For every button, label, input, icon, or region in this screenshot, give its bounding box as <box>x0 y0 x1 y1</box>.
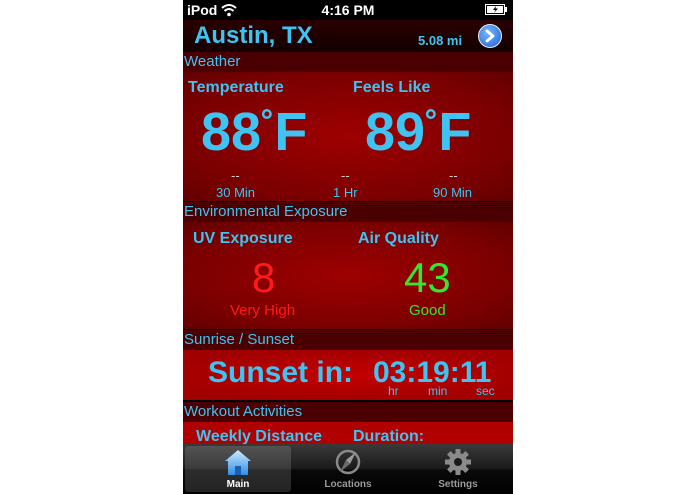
tab-bar: Main Locations Settings <box>183 444 513 494</box>
hour-unit: hr <box>388 384 399 398</box>
location-header: Austin, TX 5.08 mi <box>183 20 513 52</box>
app-screen: iPod 4:16 PM Austin, TX 5.08 mi Weather <box>183 0 513 494</box>
workout-panel: Weekly Distance Duration: <box>183 422 513 444</box>
forecast-1hr-label: 1 Hr <box>333 185 358 200</box>
distance-label: 5.08 mi <box>418 33 463 48</box>
gear-icon <box>445 449 471 475</box>
sunset-label: Sunset in: <box>208 356 354 389</box>
forecast-30min-value: -- <box>231 168 240 183</box>
air-quality-label: Air Quality <box>358 230 439 247</box>
forecast-90min-label: 90 Min <box>433 185 473 200</box>
uv-exposure-label: UV Exposure <box>193 230 293 247</box>
workout-section-header: Workout Activities <box>183 402 513 422</box>
battery-icon <box>485 4 507 15</box>
forecast-1hr-value: -- <box>341 168 350 183</box>
air-quality-description: Good <box>409 302 446 319</box>
second-unit: sec <box>476 384 495 398</box>
tab-settings-label: Settings <box>438 479 478 490</box>
chevron-right-icon <box>485 29 495 43</box>
weather-panel: Temperature Feels Like 88˚F 89˚F -- -- -… <box>183 72 513 201</box>
forecast-90min-value: -- <box>449 168 458 183</box>
feels-like-label: Feels Like <box>353 79 431 96</box>
tab-main-label: Main <box>226 479 250 490</box>
main-content[interactable]: Austin, TX 5.08 mi Weather Temperature F… <box>183 20 513 444</box>
feels-like-value: 89˚F <box>365 102 472 162</box>
temperature-label: Temperature <box>188 79 284 96</box>
city-name: Austin, TX <box>194 22 313 49</box>
status-bar: iPod 4:16 PM <box>183 0 513 20</box>
sunset-panel: Sunset in: 03:19:11 hr min sec <box>183 350 513 400</box>
tab-locations-label: Locations <box>324 479 372 490</box>
home-icon <box>225 450 251 475</box>
weather-section-header: Weather <box>183 52 513 72</box>
tab-settings[interactable]: Settings <box>405 446 511 492</box>
uv-value: 8 <box>252 254 276 301</box>
clock: 4:16 PM <box>321 2 375 18</box>
location-detail-button[interactable] <box>478 24 502 48</box>
tab-main[interactable]: Main <box>185 446 291 492</box>
weekly-distance-label: Weekly Distance <box>196 428 322 444</box>
air-quality-value: 43 <box>404 254 451 301</box>
compass-icon <box>335 449 361 475</box>
environment-section-header: Environmental Exposure <box>183 202 513 222</box>
temperature-value: 88˚F <box>201 102 308 162</box>
duration-label: Duration: <box>353 428 425 444</box>
environment-panel: UV Exposure Air Quality 8 43 Very High G… <box>183 222 513 329</box>
tab-locations[interactable]: Locations <box>295 446 401 492</box>
minute-unit: min <box>428 384 448 398</box>
uv-description: Very High <box>230 302 296 319</box>
forecast-30min-label: 30 Min <box>216 185 256 200</box>
sun-section-header: Sunrise / Sunset <box>183 330 513 350</box>
